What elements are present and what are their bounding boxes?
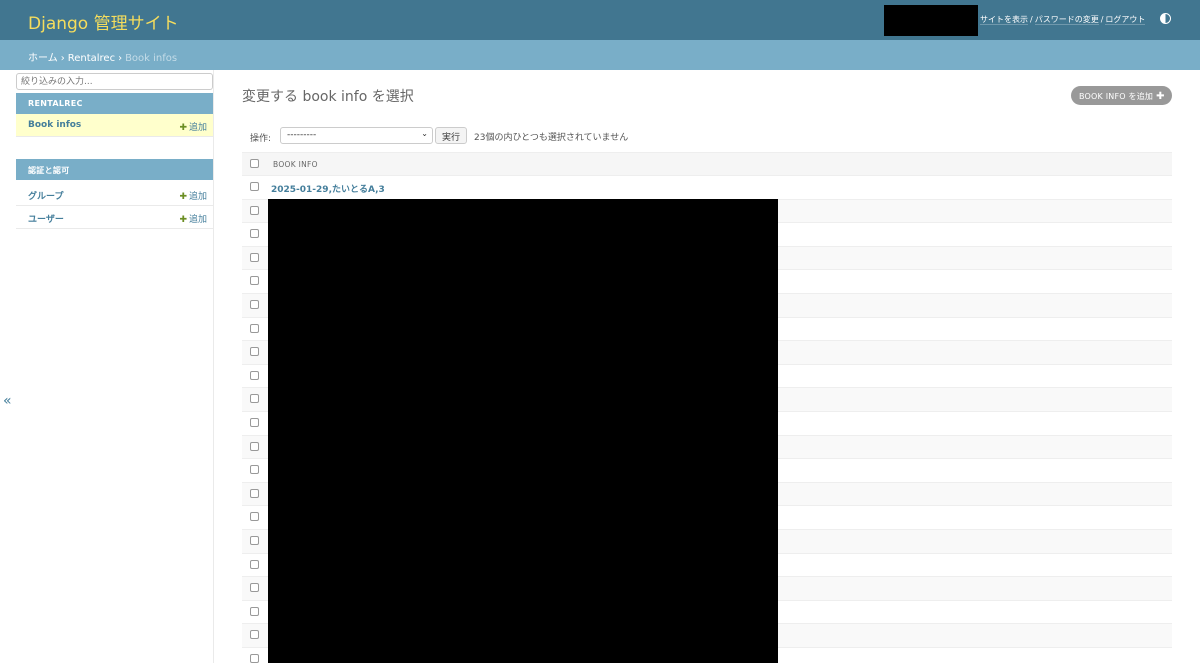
plus-icon: ✚ xyxy=(179,123,187,133)
select-all-checkbox[interactable] xyxy=(250,159,259,168)
row-checkbox[interactable] xyxy=(250,653,259,663)
redacted-user-name xyxy=(884,5,978,36)
breadcrumb-separator: › xyxy=(60,53,65,64)
app-caption-rentalrec[interactable]: RENTALREC xyxy=(16,93,213,114)
plus-icon: ✚ xyxy=(179,215,187,225)
row-checkbox[interactable] xyxy=(250,512,259,522)
sidebar-item-users[interactable]: ユーザー ✚ 追加 xyxy=(16,206,213,229)
add-book-info-button[interactable]: BOOK INFO を追加 ✚ xyxy=(1071,86,1172,105)
row-checkbox[interactable] xyxy=(250,583,259,593)
user-tools-separator: / xyxy=(1030,15,1033,24)
sidebar: RENTALREC Book infos ✚追加 認証と認可 グループ ✚追加 … xyxy=(0,70,214,663)
sidebar-item-book-infos[interactable]: Book infos ✚ 追加 xyxy=(16,114,213,137)
chevron-down-icon: ⌄ xyxy=(421,129,428,138)
row-checkbox[interactable] xyxy=(250,299,259,309)
row-checkbox[interactable] xyxy=(250,229,259,239)
app-caption-auth[interactable]: 認証と認可 xyxy=(16,159,213,180)
row-checkbox[interactable] xyxy=(250,606,259,616)
selection-counter: 23個の内ひとつも選択されていません xyxy=(474,133,629,143)
table-header: BOOK INFO xyxy=(242,152,1172,176)
row-checkbox[interactable] xyxy=(250,630,259,640)
row-checkbox[interactable] xyxy=(250,205,259,215)
view-site-link[interactable]: サイトを表示 xyxy=(980,15,1028,25)
row-checkbox[interactable] xyxy=(250,182,259,191)
user-tools-separator: / xyxy=(1100,15,1104,24)
add-group-link[interactable]: ✚ 追加 xyxy=(179,189,207,202)
add-book-info-link[interactable]: ✚ 追加 xyxy=(179,120,207,133)
row-checkbox[interactable] xyxy=(250,535,259,545)
plus-icon: ✚ xyxy=(179,192,187,202)
site-title[interactable]: Django 管理サイト xyxy=(28,9,179,34)
theme-toggle-icon[interactable] xyxy=(1160,13,1171,24)
row-checkbox[interactable] xyxy=(250,441,259,451)
breadcrumb: ホーム › Rentalrec › Book infos xyxy=(0,40,1200,70)
row-checkbox[interactable] xyxy=(250,465,259,475)
nav-filter-input[interactable] xyxy=(16,73,213,90)
add-label: 追加 xyxy=(188,192,207,202)
sidebar-item-groups[interactable]: グループ ✚ 追加 xyxy=(16,183,213,206)
row-checkbox[interactable] xyxy=(250,488,259,498)
header: Django 管理サイト サイトを表示 / パスワードの変更 / ログアウト xyxy=(0,0,1200,40)
model-name[interactable]: Book infos xyxy=(28,120,81,130)
breadcrumb-home[interactable]: ホーム xyxy=(28,53,58,64)
user-tools: サイトを表示 / パスワードの変更 / ログアウト xyxy=(980,14,1146,25)
breadcrumb-current: Book infos xyxy=(125,53,178,64)
row-checkbox[interactable] xyxy=(250,394,259,404)
row-checkbox[interactable] xyxy=(250,417,259,427)
add-user-link[interactable]: ✚ 追加 xyxy=(179,212,207,225)
row-checkbox[interactable] xyxy=(250,347,259,357)
breadcrumb-separator: › xyxy=(118,53,123,64)
row-checkbox[interactable] xyxy=(250,252,259,262)
row-checkbox[interactable] xyxy=(250,559,259,569)
redacted-rows xyxy=(268,199,778,663)
page-title: 変更する book info を選択 xyxy=(242,89,414,105)
add-button-label: BOOK INFO を追加 xyxy=(1079,92,1154,101)
actions-label: 操作: xyxy=(250,134,272,144)
breadcrumb-app[interactable]: Rentalrec xyxy=(68,53,115,64)
action-select-value: --------- xyxy=(287,130,317,140)
action-select[interactable]: --------- ⌄ xyxy=(280,127,433,144)
row-checkbox[interactable] xyxy=(250,370,259,380)
go-button[interactable]: 実行 xyxy=(435,127,467,144)
plus-icon: ✚ xyxy=(1156,91,1165,102)
logout-link[interactable]: ログアウト xyxy=(1105,15,1146,25)
change-password-link[interactable]: パスワードの変更 xyxy=(1034,15,1099,25)
toggle-nav-sidebar[interactable]: « xyxy=(3,393,12,409)
model-name[interactable]: ユーザー xyxy=(28,212,64,225)
model-name[interactable]: グループ xyxy=(28,189,63,202)
row-link[interactable]: 2025-01-29,たいとるA,3 xyxy=(271,182,385,195)
add-label: 追加 xyxy=(188,215,207,225)
row-checkbox[interactable] xyxy=(250,323,259,333)
row-checkbox[interactable] xyxy=(250,276,259,286)
column-header-book-info[interactable]: BOOK INFO xyxy=(273,160,318,169)
table-row: 2025-01-29,たいとるA,3 xyxy=(242,176,1172,200)
add-label: 追加 xyxy=(188,123,207,133)
